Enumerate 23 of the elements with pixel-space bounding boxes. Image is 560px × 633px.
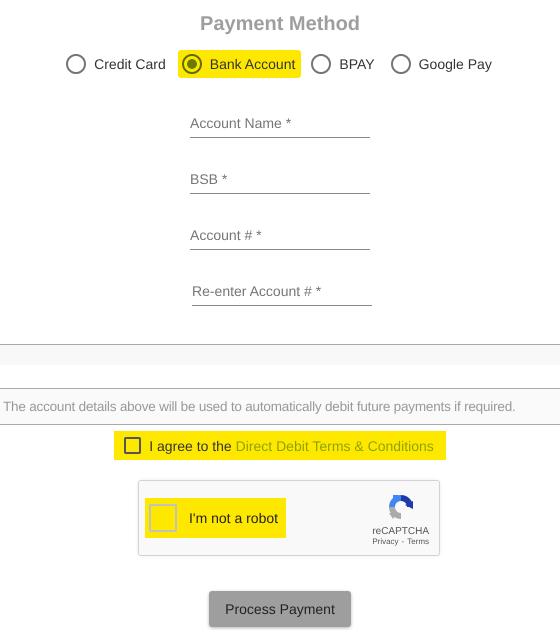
captcha-label: I'm not a robot [189, 510, 278, 526]
radio-icon [66, 54, 86, 74]
captcha-checkbox[interactable] [149, 504, 177, 532]
brand-text: reCAPTCHA [372, 526, 429, 536]
input-field[interactable]: Account # * [190, 221, 370, 250]
checkbox[interactable] [124, 437, 142, 454]
input-field[interactable]: BSB * [190, 165, 370, 194]
agreement-text: I agree to the Direct Debit Terms & Conditions [149, 438, 434, 454]
payment-option[interactable]: Google Pay [386, 50, 498, 78]
form-title: Payment Method [198, 12, 362, 37]
radio-icon [390, 54, 411, 74]
radio-icon [311, 54, 332, 74]
payment-option[interactable]: BPAY [307, 50, 381, 78]
process-payment-button[interactable]: Process Payment [209, 591, 351, 627]
terms-link[interactable]: Terms [407, 536, 429, 546]
input-field[interactable]: Re-enter Account # * [192, 277, 372, 306]
radio-icon [182, 54, 202, 74]
notice-text: The account details above will be used to automatically debit future payments if required. [0, 388, 560, 425]
separator-text: - [402, 536, 404, 546]
input-field[interactable]: Account Name * [190, 109, 370, 138]
payment-option[interactable]: Bank Account [178, 50, 302, 78]
payment-option[interactable]: Credit Card [62, 50, 172, 78]
privacy-link[interactable]: Privacy [372, 536, 399, 546]
